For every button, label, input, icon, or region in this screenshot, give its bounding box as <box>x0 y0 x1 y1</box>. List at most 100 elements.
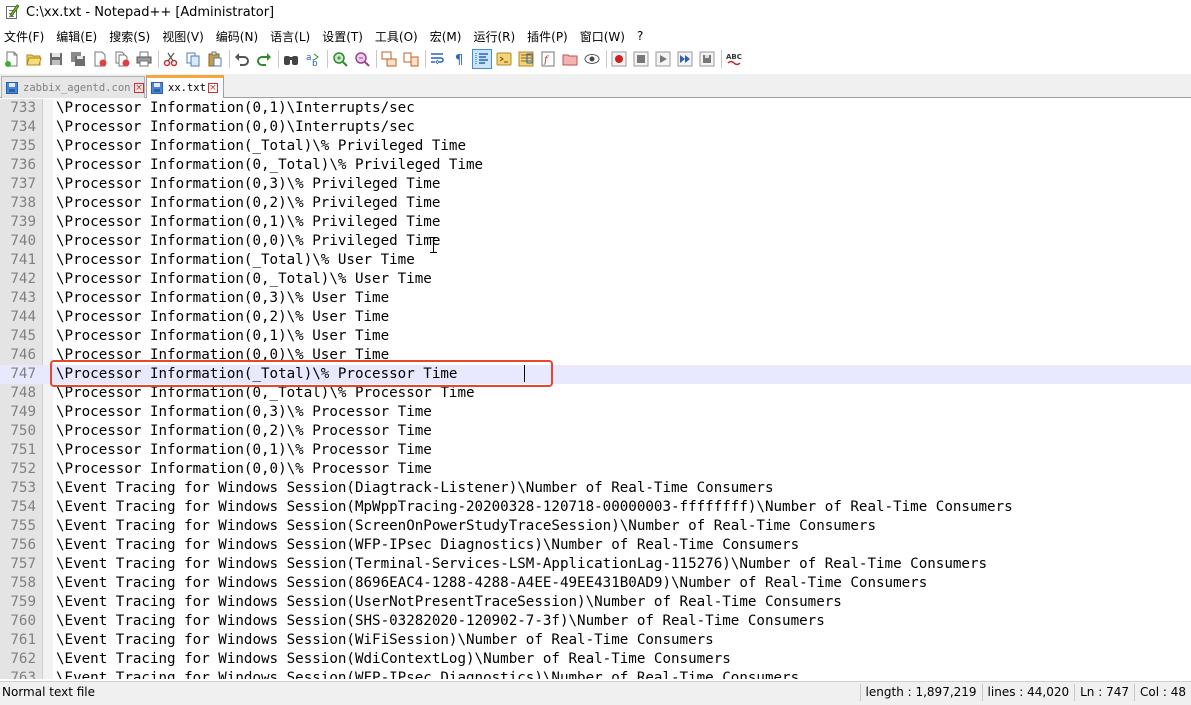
copy-icon[interactable] <box>184 50 202 68</box>
print-icon[interactable] <box>135 50 153 68</box>
menu-help[interactable]: ? <box>637 29 643 43</box>
menu-macro[interactable]: 宏(M) <box>430 28 462 45</box>
line-text: \Event Tracing for Windows Session(MpWpp… <box>56 499 1013 515</box>
monitoring-icon[interactable] <box>583 50 601 68</box>
menu-language[interactable]: 语言(L) <box>270 28 310 45</box>
editor-line[interactable]: 760 \Event Tracing for Windows Session(SH… <box>0 612 1191 631</box>
close-icon[interactable]: × <box>207 83 218 93</box>
toolbar-separator <box>721 50 722 68</box>
editor-line[interactable]: 733 \Processor Information(0,1)\Interrupt… <box>0 99 1191 118</box>
line-number: 747 <box>10 366 36 382</box>
save-all-icon[interactable] <box>69 50 87 68</box>
sync-vertical-icon[interactable] <box>380 50 398 68</box>
save-icon[interactable] <box>47 50 65 68</box>
line-text: \Processor Information(0,2)\% User Time <box>56 309 390 325</box>
line-number: 744 <box>10 309 36 325</box>
toolbar-separator <box>327 50 328 68</box>
editor-line[interactable]: 753 \Event Tracing for Windows Session(Di… <box>0 479 1191 498</box>
line-number: 742 <box>10 271 36 287</box>
close-icon[interactable] <box>91 50 109 68</box>
close-icon[interactable]: × <box>134 82 144 93</box>
save-macro-icon[interactable] <box>698 50 716 68</box>
editor-line[interactable]: 761 \Event Tracing for Windows Session(Wi… <box>0 631 1191 650</box>
text-editor[interactable]: 733 \Processor Information(0,1)\Interrupt… <box>0 99 1191 679</box>
title-bar: C:\xx.txt - Notepad++ [Administrator] <box>0 0 1191 24</box>
editor-line[interactable]: 759 \Event Tracing for Windows Session(Us… <box>0 593 1191 612</box>
spell-check-icon[interactable]: ABC <box>725 50 743 68</box>
editor-line[interactable]: 743 \Processor Information(0,3)\% User Ti… <box>0 289 1191 308</box>
menu-edit[interactable]: 编辑(E) <box>56 28 97 45</box>
editor-line[interactable]: 762 \Event Tracing for Windows Session(Wd… <box>0 650 1191 669</box>
editor-line[interactable]: 749 \Processor Information(0,3)\% Process… <box>0 403 1191 422</box>
editor-line[interactable]: 740 \Processor Information(0,0)\% Privile… <box>0 232 1191 251</box>
editor-line[interactable]: 754 \Event Tracing for Windows Session(Mp… <box>0 498 1191 517</box>
cut-icon[interactable] <box>162 50 180 68</box>
menu-window[interactable]: 窗口(W) <box>580 28 625 45</box>
menu-view[interactable]: 视图(V) <box>162 28 204 45</box>
editor-line[interactable]: 752 \Processor Information(0,0)\% Process… <box>0 460 1191 479</box>
word-wrap-icon[interactable] <box>429 50 447 68</box>
function-list-icon[interactable]: f <box>539 50 557 68</box>
indent-guide-icon[interactable] <box>472 49 492 69</box>
editor-line[interactable]: 737 \Processor Information(0,3)\% Privile… <box>0 175 1191 194</box>
editor-line[interactable]: 745 \Processor Information(0,1)\% User Ti… <box>0 327 1191 346</box>
run-macro-multiple-icon[interactable] <box>676 50 694 68</box>
editor-line[interactable]: 758 \Event Tracing for Windows Session(86… <box>0 574 1191 593</box>
document-map-icon[interactable] <box>517 50 535 68</box>
line-number: 751 <box>10 442 36 458</box>
stop-macro-icon[interactable] <box>632 50 650 68</box>
editor-line[interactable]: 734 \Processor Information(0,0)\Interrupt… <box>0 118 1191 137</box>
editor-line[interactable]: 735 \Processor Information(_Total)\% Priv… <box>0 137 1191 156</box>
menu-tools[interactable]: 工具(O) <box>375 28 418 45</box>
editor-line[interactable]: 741 \Processor Information(_Total)\% User… <box>0 251 1191 270</box>
record-macro-icon[interactable] <box>610 50 628 68</box>
menu-plugins[interactable]: 插件(P) <box>527 28 568 45</box>
editor-line[interactable]: 755 \Event Tracing for Windows Session(Sc… <box>0 517 1191 536</box>
line-text: \Processor Information(0,0)\Interrupts/s… <box>56 119 415 135</box>
undo-icon[interactable] <box>233 50 251 68</box>
menu-search[interactable]: 搜索(S) <box>109 28 150 45</box>
line-text: \Processor Information(0,3)\% User Time <box>56 290 390 306</box>
editor-line[interactable]: 736 \Processor Information(0,_Total)\% Pr… <box>0 156 1191 175</box>
folder-as-workspace-icon[interactable] <box>561 50 579 68</box>
editor-line[interactable]: 739 \Processor Information(0,1)\% Privile… <box>0 213 1191 232</box>
line-number: 753 <box>10 480 36 496</box>
open-file-icon[interactable] <box>25 50 43 68</box>
sync-horizontal-icon[interactable] <box>402 50 420 68</box>
line-text: \Event Tracing for Windows Session(UserN… <box>56 594 842 610</box>
menu-encoding[interactable]: 编码(N) <box>216 28 258 45</box>
menu-run[interactable]: 运行(R) <box>473 28 515 45</box>
show-all-characters-icon[interactable]: ¶ <box>451 50 469 68</box>
paste-icon[interactable] <box>206 50 224 68</box>
tab-xx-txt[interactable]: xx.txt × <box>146 75 224 98</box>
line-number: 741 <box>10 252 36 268</box>
line-number: 739 <box>10 214 36 230</box>
replace-icon[interactable]: ab <box>304 50 322 68</box>
editor-line[interactable]: 751 \Processor Information(0,1)\% Process… <box>0 441 1191 460</box>
new-file-icon[interactable] <box>3 50 21 68</box>
language-icon[interactable] <box>495 50 513 68</box>
line-number: 740 <box>10 233 36 249</box>
editor-line[interactable]: 744 \Processor Information(0,2)\% User Ti… <box>0 308 1191 327</box>
zoom-in-icon[interactable] <box>331 50 349 68</box>
close-all-icon[interactable] <box>113 50 131 68</box>
line-number: 757 <box>10 556 36 572</box>
editor-line[interactable]: 757 \Event Tracing for Windows Session(Te… <box>0 555 1191 574</box>
line-text: \Processor Information(0,0)\% Privileged… <box>56 233 441 249</box>
menu-file[interactable]: 文件(F) <box>4 28 44 45</box>
zoom-out-icon[interactable] <box>353 50 371 68</box>
editor-line[interactable]: 756 \Event Tracing for Windows Session(WF… <box>0 536 1191 555</box>
menu-settings[interactable]: 设置(T) <box>322 28 363 45</box>
redo-icon[interactable] <box>255 50 273 68</box>
status-length: length : 1,897,219 <box>859 683 982 701</box>
editor-line[interactable]: 763 \Event Tracing for Windows Session(WF… <box>0 669 1191 679</box>
playback-macro-icon[interactable] <box>654 50 672 68</box>
editor-line[interactable]: 742 \Processor Information(0,_Total)\% Us… <box>0 270 1191 289</box>
editor-line[interactable]: 738 \Processor Information(0,2)\% Privile… <box>0 194 1191 213</box>
find-icon[interactable] <box>282 50 300 68</box>
editor-line[interactable]: 750 \Processor Information(0,2)\% Process… <box>0 422 1191 441</box>
svg-text:a: a <box>306 53 312 63</box>
tab-zabbix-agentd-conf[interactable]: zabbix_agentd.conf × <box>1 76 145 98</box>
line-number: 762 <box>10 651 36 667</box>
line-text: \Event Tracing for Windows Session(SHS-0… <box>56 613 825 629</box>
